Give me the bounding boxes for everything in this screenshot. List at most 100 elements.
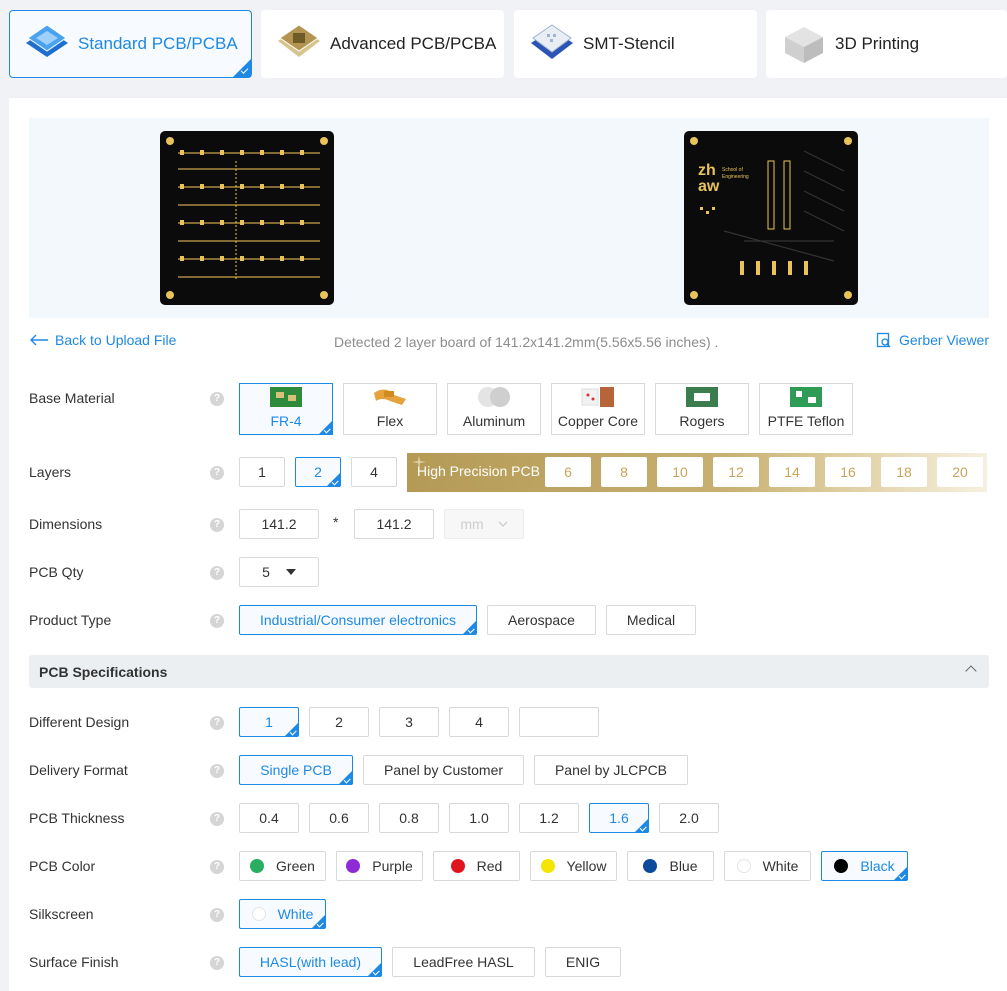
different-design-1[interactable]: 1 bbox=[239, 707, 299, 737]
material-ptfe-teflon[interactable]: PTFE Teflon bbox=[759, 383, 853, 435]
pcb-specifications-header[interactable]: PCB Specifications bbox=[29, 655, 989, 688]
product-type-aerospace[interactable]: Aerospace bbox=[487, 605, 596, 635]
delivery-format-label: Delivery Format bbox=[29, 762, 128, 778]
tab-label: Standard PCB/PCBA bbox=[78, 34, 238, 53]
pcb-thickness-label: PCB Thickness bbox=[29, 810, 125, 826]
color-purple[interactable]: Purple bbox=[336, 851, 423, 881]
different-design-2[interactable]: 2 bbox=[309, 707, 369, 737]
help-icon[interactable]: ? bbox=[210, 392, 224, 406]
material-copper-core[interactable]: Copper Core bbox=[551, 383, 645, 435]
thickness-1-0[interactable]: 1.0 bbox=[449, 803, 509, 833]
different-design-custom-input[interactable] bbox=[519, 707, 599, 737]
help-icon[interactable]: ? bbox=[210, 956, 224, 970]
help-icon[interactable]: ? bbox=[210, 518, 224, 532]
material-label: Aluminum bbox=[462, 413, 526, 429]
option-label: White bbox=[277, 906, 314, 922]
material-aluminum[interactable]: Aluminum bbox=[447, 383, 541, 435]
selected-check-icon bbox=[233, 59, 251, 77]
delivery-single-pcb[interactable]: Single PCB bbox=[239, 755, 353, 785]
help-icon[interactable]: ? bbox=[210, 812, 224, 826]
dimensions-label: Dimensions bbox=[29, 516, 103, 532]
option-label: 0.4 bbox=[259, 810, 279, 826]
height-input[interactable]: 141.2 bbox=[354, 509, 434, 539]
unit-select[interactable]: mm bbox=[444, 509, 524, 539]
different-design-4[interactable]: 4 bbox=[449, 707, 509, 737]
material-label: Flex bbox=[376, 413, 404, 429]
material-rogers[interactable]: Rogers bbox=[655, 383, 749, 435]
pcb-top-preview bbox=[160, 131, 334, 305]
tab-standard-pcb[interactable]: Standard PCB/PCBA bbox=[9, 10, 252, 78]
selected-check-icon bbox=[319, 421, 332, 434]
layers-option-8[interactable]: 8 bbox=[601, 457, 647, 487]
thickness-0-8[interactable]: 0.8 bbox=[379, 803, 439, 833]
option-label: 3 bbox=[405, 714, 413, 730]
option-label: ENIG bbox=[565, 954, 601, 970]
material-label: Copper Core bbox=[557, 413, 639, 429]
color-white[interactable]: White bbox=[724, 851, 811, 881]
selected-check-icon bbox=[285, 723, 298, 736]
fr4-board-icon bbox=[268, 385, 304, 409]
help-icon[interactable]: ? bbox=[210, 860, 224, 874]
layers-option-2[interactable]: 2 bbox=[295, 457, 341, 487]
layers-option-6[interactable]: 6 bbox=[545, 457, 591, 487]
thickness-2-0[interactable]: 2.0 bbox=[659, 803, 719, 833]
dimension-separator: * bbox=[333, 514, 339, 530]
delivery-panel-by-jlcpcb[interactable]: Panel by JLCPCB bbox=[534, 755, 688, 785]
layers-option-10[interactable]: 10 bbox=[657, 457, 703, 487]
layers-option-4[interactable]: 4 bbox=[351, 457, 397, 487]
copper-core-board-icon bbox=[580, 385, 616, 409]
material-fr4[interactable]: FR-4 bbox=[239, 383, 333, 435]
layers-option-20[interactable]: 20 bbox=[937, 457, 983, 487]
layers-option-18[interactable]: 18 bbox=[881, 457, 927, 487]
finish-hasl-with-lead[interactable]: HASL(with lead) bbox=[239, 947, 382, 977]
tab-smt-stencil[interactable]: SMT-Stencil bbox=[514, 10, 757, 78]
color-red[interactable]: Red bbox=[433, 851, 520, 881]
arrow-left-icon bbox=[30, 334, 48, 346]
layers-option-12[interactable]: 12 bbox=[713, 457, 759, 487]
tab-advanced-pcb[interactable]: Advanced PCB/PCBA bbox=[261, 10, 504, 78]
option-label: 2 bbox=[335, 714, 343, 730]
color-blue[interactable]: Blue bbox=[627, 851, 714, 881]
yellow-swatch-icon bbox=[540, 859, 555, 873]
silkscreen-white[interactable]: White bbox=[239, 899, 326, 929]
width-input[interactable]: 141.2 bbox=[239, 509, 319, 539]
help-icon[interactable]: ? bbox=[210, 466, 224, 480]
tab-3d-printing[interactable]: 3D Printing bbox=[766, 10, 1007, 78]
selected-check-icon bbox=[312, 915, 325, 928]
svg-text:aw: aw bbox=[698, 178, 720, 195]
layers-option-14[interactable]: 14 bbox=[769, 457, 815, 487]
cube-icon bbox=[779, 21, 829, 67]
layers-option-1[interactable]: 1 bbox=[239, 457, 285, 487]
thickness-0-6[interactable]: 0.6 bbox=[309, 803, 369, 833]
material-label: FR-4 bbox=[270, 413, 302, 429]
finish-enig[interactable]: ENIG bbox=[545, 947, 621, 977]
pcb-qty-select[interactable]: 5 bbox=[239, 557, 319, 587]
help-icon[interactable]: ? bbox=[210, 566, 224, 580]
layers-option-16[interactable]: 16 bbox=[825, 457, 871, 487]
base-material-label: Base Material bbox=[29, 390, 115, 406]
blue-swatch-icon bbox=[643, 859, 658, 873]
option-label: 14 bbox=[784, 464, 800, 480]
color-black[interactable]: Black bbox=[821, 851, 908, 881]
color-yellow[interactable]: Yellow bbox=[530, 851, 617, 881]
thickness-0-4[interactable]: 0.4 bbox=[239, 803, 299, 833]
help-icon[interactable]: ? bbox=[210, 716, 224, 730]
help-icon[interactable]: ? bbox=[210, 764, 224, 778]
product-type-industrial[interactable]: Industrial/Consumer electronics bbox=[239, 605, 477, 635]
thickness-1-2[interactable]: 1.2 bbox=[519, 803, 579, 833]
help-icon[interactable]: ? bbox=[210, 908, 224, 922]
option-label: 20 bbox=[952, 464, 968, 480]
gerber-viewer-link[interactable]: Gerber Viewer bbox=[876, 332, 989, 348]
finish-leadfree-hasl[interactable]: LeadFree HASL bbox=[392, 947, 535, 977]
back-to-upload-link[interactable]: Back to Upload File bbox=[29, 332, 176, 348]
help-icon[interactable]: ? bbox=[210, 614, 224, 628]
material-flex[interactable]: Flex bbox=[343, 383, 437, 435]
delivery-panel-by-customer[interactable]: Panel by Customer bbox=[363, 755, 524, 785]
different-design-3[interactable]: 3 bbox=[379, 707, 439, 737]
option-label: 10 bbox=[672, 464, 688, 480]
product-type-medical[interactable]: Medical bbox=[606, 605, 696, 635]
thickness-1-6[interactable]: 1.6 bbox=[589, 803, 649, 833]
option-label: 0.8 bbox=[399, 810, 419, 826]
option-label: 4 bbox=[370, 464, 378, 480]
color-green[interactable]: Green bbox=[239, 851, 326, 881]
